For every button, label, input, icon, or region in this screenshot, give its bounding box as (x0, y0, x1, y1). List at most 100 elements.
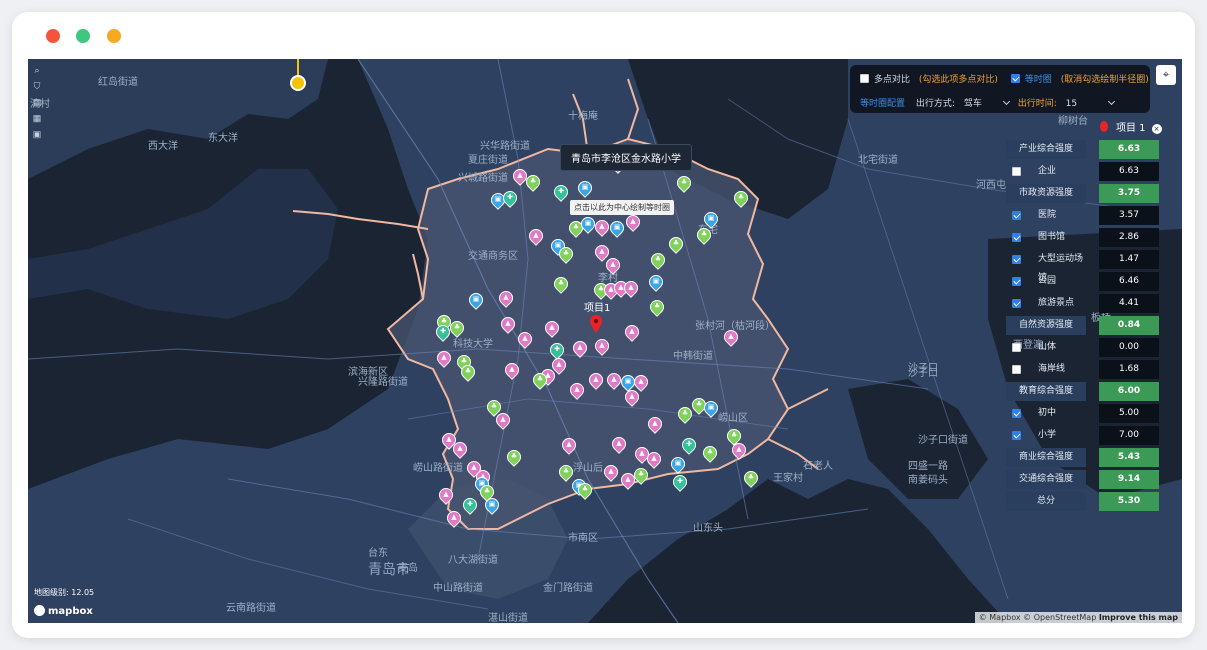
school-marker[interactable]: ▲ (526, 226, 546, 247)
school-marker[interactable]: ▲ (493, 410, 513, 431)
school-marker[interactable]: ▲ (549, 355, 569, 376)
school-marker[interactable]: ▲ (542, 318, 562, 339)
yellow-location-marker[interactable] (290, 75, 306, 91)
park-marker[interactable]: ♣ (731, 188, 751, 209)
transit-marker[interactable]: ▣ (646, 272, 666, 293)
park-marker[interactable]: ♣ (741, 468, 761, 489)
park-marker[interactable]: ♣ (700, 443, 720, 464)
school-marker[interactable]: ▲ (515, 329, 535, 350)
park-marker[interactable]: ♣ (575, 480, 595, 501)
map-place-label: 河西屯 (976, 180, 1006, 191)
school-marker[interactable]: ▲ (496, 288, 516, 309)
school-marker[interactable]: ▲ (618, 470, 638, 491)
park-marker[interactable]: ♣ (504, 447, 524, 468)
school-marker[interactable]: ▲ (622, 387, 642, 408)
zoom-window-button[interactable] (107, 29, 121, 43)
park-marker[interactable]: ♣ (556, 462, 576, 483)
school-marker[interactable]: ▲ (622, 322, 642, 343)
school-icon: ▲ (522, 334, 528, 342)
hospital-marker[interactable]: ✚ (551, 182, 571, 203)
grid-icon[interactable]: ▦ (32, 113, 42, 123)
school-marker[interactable]: ▲ (721, 327, 741, 348)
school-marker[interactable]: ▲ (586, 370, 606, 391)
school-marker[interactable]: ▲ (510, 166, 530, 187)
score-subrow: 企业 6.63 (1006, 162, 1166, 181)
hospital-marker[interactable]: ✚ (433, 322, 453, 343)
park-marker[interactable]: ♣ (458, 362, 478, 383)
hospital-marker[interactable]: ✚ (670, 472, 690, 493)
school-icon: ▲ (638, 377, 644, 385)
transit-marker[interactable]: ▣ (607, 218, 627, 239)
school-marker[interactable]: ▲ (592, 336, 612, 357)
layers-icon[interactable]: ▤ (32, 97, 42, 107)
park-marker[interactable]: ♣ (694, 225, 714, 246)
school-marker[interactable]: ▲ (603, 255, 623, 276)
school-marker[interactable]: ▲ (729, 440, 749, 461)
transit-marker[interactable]: ▣ (578, 214, 598, 235)
school-marker[interactable]: ▲ (570, 338, 590, 359)
park-marker[interactable]: ♣ (477, 482, 497, 503)
close-icon[interactable]: × (1151, 124, 1162, 134)
school-marker[interactable]: ▲ (434, 348, 454, 369)
close-window-button[interactable] (46, 29, 60, 43)
apps-icon[interactable]: ▣ (32, 129, 42, 139)
transit-marker[interactable]: ▣ (466, 290, 486, 311)
score-value: 1.47 (1099, 250, 1159, 269)
park-marker[interactable]: ♣ (523, 172, 543, 193)
park-marker[interactable]: ♣ (447, 318, 467, 339)
hospital-marker[interactable]: ✚ (460, 495, 480, 516)
score-label: 图书馆 (1038, 232, 1066, 242)
school-marker[interactable]: ▲ (502, 360, 522, 381)
mapbox-logo[interactable]: mapbox (34, 605, 93, 617)
park-marker[interactable]: ♣ (666, 234, 686, 255)
score-value: 6.63 (1099, 162, 1159, 181)
park-marker[interactable]: ♣ (530, 370, 550, 391)
school-marker[interactable]: ▲ (559, 435, 579, 456)
school-marker[interactable]: ▲ (609, 434, 629, 455)
park-marker[interactable]: ♣ (648, 250, 668, 271)
isochrone-checkbox[interactable] (1010, 74, 1020, 83)
project-pin-icon[interactable] (590, 315, 602, 333)
school-marker[interactable]: ▲ (444, 508, 464, 529)
school-marker[interactable]: ▲ (644, 449, 664, 470)
yellow-marker-stem (297, 59, 299, 75)
school-marker[interactable]: ▲ (604, 370, 624, 391)
school-marker[interactable]: ▲ (623, 212, 643, 233)
school-icon: ▲ (630, 217, 636, 225)
filter-icon[interactable]: ⛉ (32, 81, 42, 91)
transit-marker[interactable]: ▣ (701, 209, 721, 230)
park-marker[interactable]: ♣ (647, 297, 667, 318)
map-canvas[interactable]: 红岛街道 西大洋 东大洋 流村 兴城路街道 交通商务区 滨海新区 兴隆路街道 科技大学 青岛市 八大… (28, 59, 1182, 623)
multi-compare-checkbox[interactable] (860, 74, 869, 83)
hospital-marker[interactable]: ✚ (679, 435, 699, 456)
isochrone-config-link[interactable]: 等时圈配置 (860, 99, 905, 109)
school-marker[interactable]: ▲ (436, 485, 456, 506)
school-marker[interactable]: ▲ (498, 314, 518, 335)
school-marker[interactable]: ▲ (601, 462, 621, 483)
park-marker[interactable]: ♣ (556, 244, 576, 265)
minimize-window-button[interactable] (76, 29, 90, 43)
school-icon: ▲ (639, 449, 645, 457)
school-marker[interactable]: ▲ (621, 278, 641, 299)
transit-marker[interactable]: ▣ (701, 398, 721, 419)
transit-marker[interactable]: ▣ (575, 178, 595, 199)
park-marker[interactable]: ♣ (674, 173, 694, 194)
school-marker[interactable]: ▲ (450, 439, 470, 460)
transit-icon: ▣ (581, 183, 589, 191)
map-place-label: 浮山后 (573, 463, 603, 474)
improve-map-link[interactable]: Improve this map (1099, 613, 1178, 622)
park-marker[interactable]: ♣ (675, 404, 695, 425)
locate-button[interactable]: ⌖ (1156, 65, 1176, 85)
school-marker[interactable]: ▲ (567, 380, 587, 401)
score-row: 交通综合强度 9.14 (1006, 470, 1166, 489)
park-marker[interactable]: ♣ (551, 274, 571, 295)
travel-mode-select[interactable]: 驾车 (964, 96, 1010, 109)
park-marker[interactable]: ♣ (631, 465, 651, 486)
search-icon[interactable]: ⌕ (32, 65, 42, 75)
transit-marker[interactable]: ▣ (668, 454, 688, 475)
school-marker[interactable]: ▲ (592, 217, 612, 238)
map-place-label: 石老人 (803, 461, 833, 472)
hospital-marker[interactable]: ✚ (500, 188, 520, 209)
travel-time-select[interactable]: 15 (1066, 97, 1116, 109)
school-marker[interactable]: ▲ (645, 414, 665, 435)
